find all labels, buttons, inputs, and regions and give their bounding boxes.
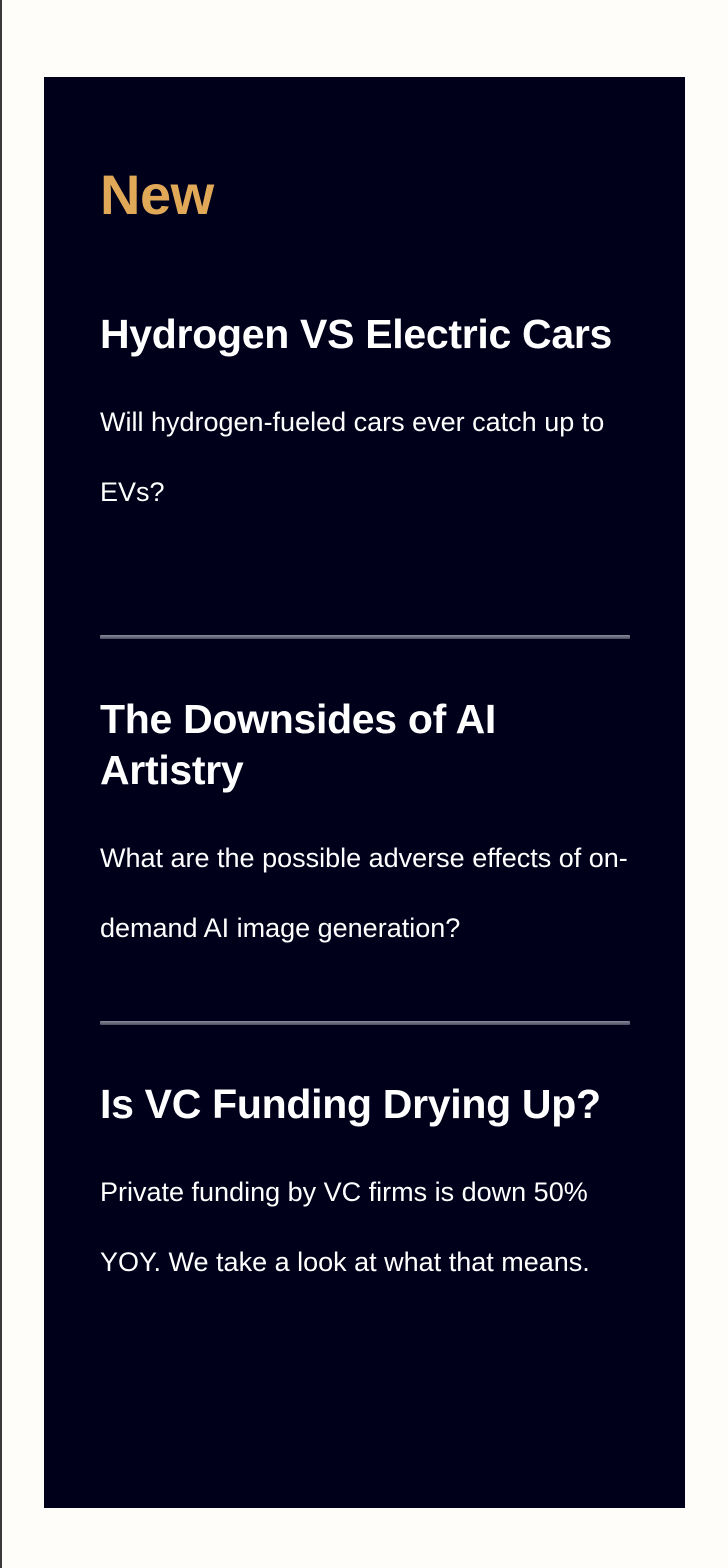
article-item[interactable]: Is VC Funding Drying Up? Private funding…	[100, 1079, 630, 1297]
article-title[interactable]: The Downsides of AI Artistry	[100, 694, 630, 796]
article-title[interactable]: Hydrogen VS Electric Cars	[100, 309, 630, 360]
article-description: What are the possible adverse effects of…	[100, 843, 628, 943]
panel-heading: New	[100, 163, 214, 226]
article-description: Private funding by VC firms is down 50% …	[100, 1177, 590, 1277]
new-articles-panel: New Hydrogen VS Electric Cars Will hydro…	[44, 77, 685, 1508]
article-item[interactable]: Hydrogen VS Electric Cars Will hydrogen-…	[100, 309, 630, 527]
article-divider	[100, 1021, 630, 1025]
article-divider	[100, 635, 630, 639]
article-item[interactable]: The Downsides of AI Artistry What are th…	[100, 694, 630, 963]
article-title[interactable]: Is VC Funding Drying Up?	[100, 1079, 630, 1130]
article-description: Will hydrogen-fueled cars ever catch up …	[100, 407, 605, 507]
